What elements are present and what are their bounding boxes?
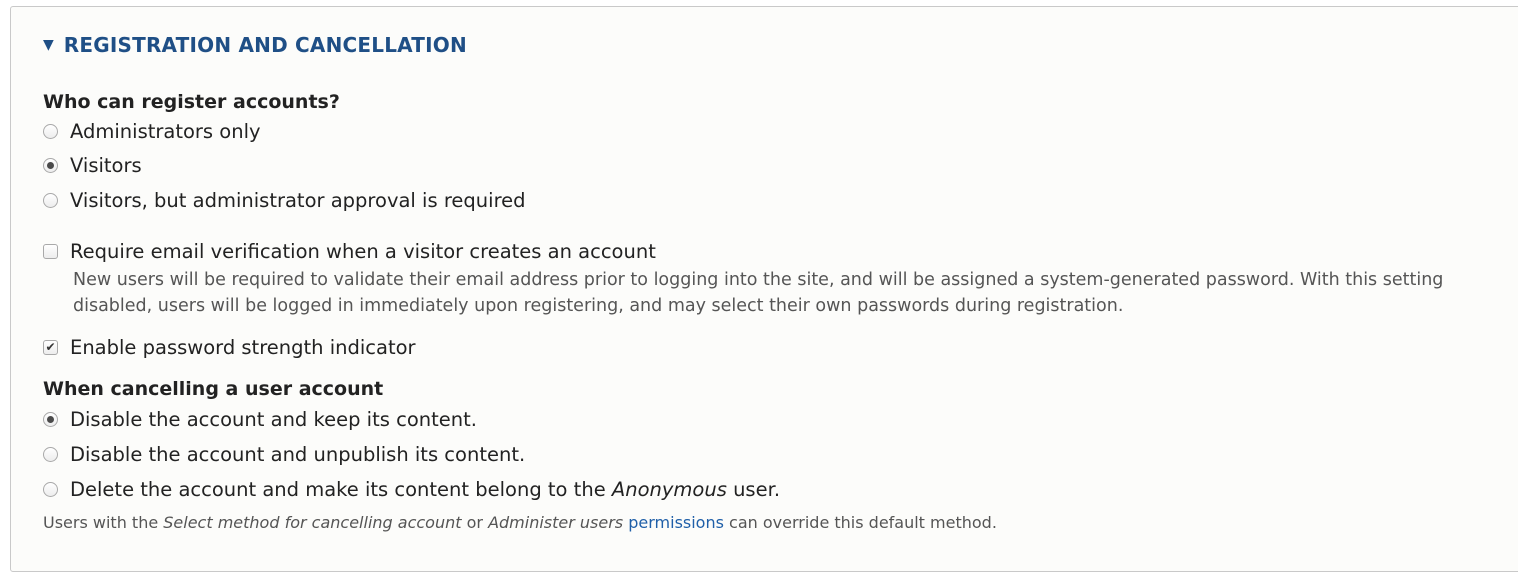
checkmark-icon: ✔ <box>45 340 56 354</box>
radio-label: Visitors, but administrator approval is … <box>70 189 526 212</box>
email-verification-description: New users will be required to validate t… <box>73 270 1444 316</box>
register-heading: Who can register accounts? <box>43 91 340 113</box>
permissions-link[interactable]: permissions <box>628 513 724 532</box>
radio-option-disable-unpublish[interactable]: Disable the account and unpublish its co… <box>43 443 525 466</box>
radio-label: Disable the account and unpublish its co… <box>70 443 526 466</box>
radio-label: Visitors <box>70 154 142 177</box>
radio-button[interactable] <box>43 447 58 462</box>
checkbox-label: Require email verification when a visito… <box>70 240 656 263</box>
fieldset-toggle[interactable]: ▼ REGISTRATION AND CANCELLATION <box>43 33 467 57</box>
radio-option-administrators-only[interactable]: Administrators only <box>43 120 261 143</box>
radio-button[interactable] <box>43 158 58 173</box>
radio-label: Administrators only <box>70 120 261 143</box>
radio-label: Delete the account and make its content … <box>70 478 781 501</box>
triangle-down-icon: ▼ <box>43 37 54 53</box>
checkbox-checked[interactable]: ✔ <box>43 340 58 355</box>
radio-button[interactable] <box>43 482 58 497</box>
radio-button[interactable] <box>43 124 58 139</box>
fieldset-title: REGISTRATION AND CANCELLATION <box>63 33 467 57</box>
cancel-heading: When cancelling a user account <box>43 378 384 400</box>
radio-option-visitors[interactable]: Visitors <box>43 154 142 177</box>
radio-button[interactable] <box>43 193 58 208</box>
radio-option-visitors-approval[interactable]: Visitors, but administrator approval is … <box>43 189 526 212</box>
radio-option-disable-keep[interactable]: Disable the account and keep its content… <box>43 408 477 431</box>
radio-option-delete-anonymous[interactable]: Delete the account and make its content … <box>43 478 780 501</box>
checkbox-label: Enable password strength indicator <box>70 336 416 359</box>
radio-label: Disable the account and keep its content… <box>70 408 477 431</box>
checkbox[interactable] <box>43 244 58 259</box>
checkbox-password-strength[interactable]: ✔ Enable password strength indicator <box>43 336 416 359</box>
registration-fieldset: ▼ REGISTRATION AND CANCELLATION Who can … <box>10 6 1518 572</box>
checkbox-email-verification[interactable]: Require email verification when a visito… <box>43 240 656 263</box>
cancel-footnote: Users with the Select method for cancell… <box>43 513 997 532</box>
radio-button[interactable] <box>43 412 58 427</box>
